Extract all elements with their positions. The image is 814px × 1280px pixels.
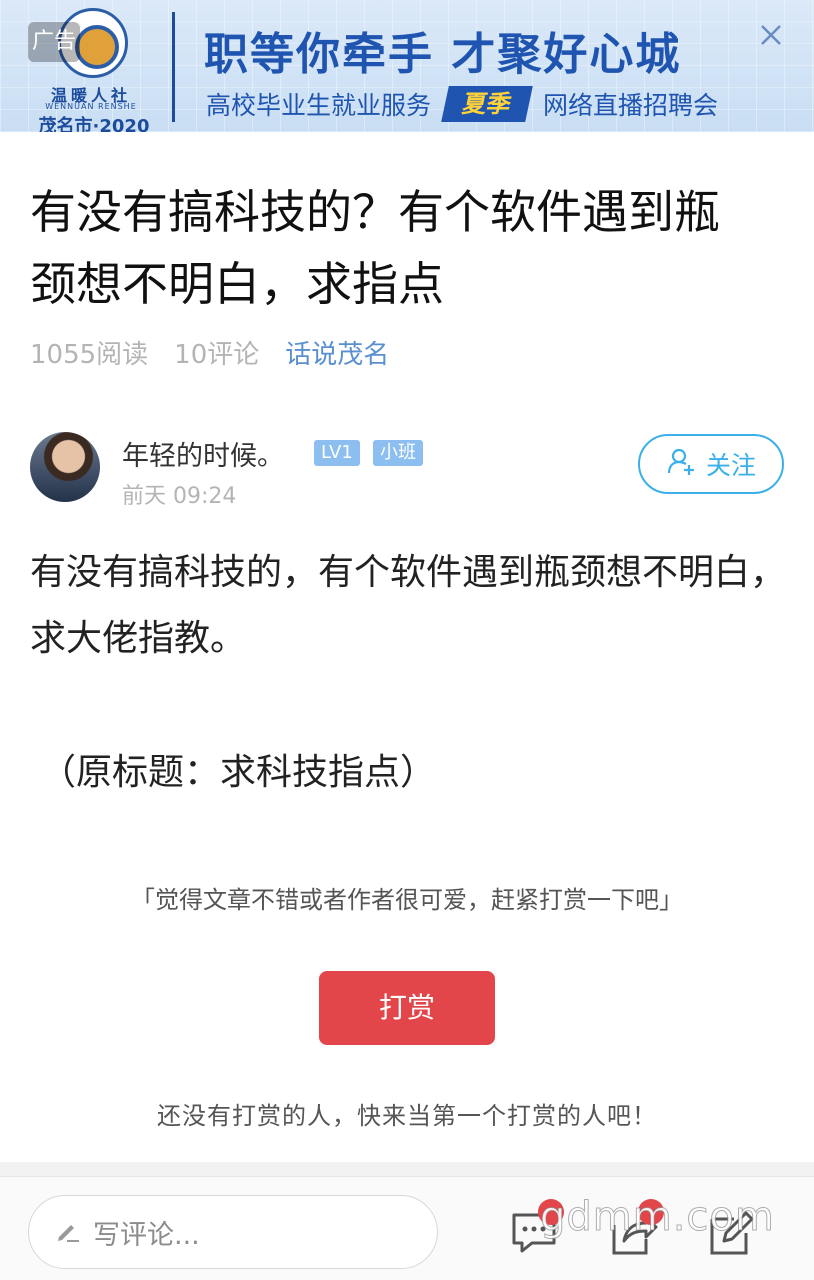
pencil-icon — [55, 1217, 81, 1247]
org-name-en: WENNUAN RENSHE — [45, 102, 137, 111]
follow-button[interactable]: 关注 — [638, 434, 784, 494]
original-title: （原标题：求科技指点） — [40, 752, 437, 793]
comment-input[interactable]: 写评论... — [28, 1195, 438, 1269]
banner-sub-right: 网络直播招聘会 — [543, 91, 719, 120]
post-time: 前天 09:24 — [122, 484, 237, 509]
read-count: 1055阅读 — [30, 340, 149, 370]
reward-empty-text: 还没有打赏的人，快来当第一个打赏的人吧！ — [157, 1102, 657, 1130]
section-divider — [0, 1162, 814, 1176]
follow-label: 关注 — [705, 451, 756, 480]
reward-prompt: 「觉得文章不错或者作者很可爱，赶紧打赏一下吧」 — [131, 886, 683, 914]
banner-sub-left: 高校毕业生就业服务 — [206, 91, 432, 120]
site-watermark: gdmm.com — [540, 1194, 775, 1241]
avatar[interactable] — [30, 432, 100, 502]
ad-label: 广告 — [28, 22, 80, 62]
comment-placeholder: 写评论... — [93, 1219, 200, 1251]
post-body: 有没有搞科技的，有个软件遇到瓶颈想不明白，求大佬指教。 — [30, 552, 787, 659]
close-icon[interactable] — [756, 20, 786, 50]
add-user-icon — [666, 446, 696, 482]
topic-link[interactable]: 话说茂名 — [285, 334, 389, 371]
comment-count: 10评论 — [174, 340, 260, 370]
banner-subline: 高校毕业生就业服务 夏季 网络直播招聘会 — [206, 86, 718, 122]
author-name[interactable]: 年轻的时候。 — [122, 434, 284, 473]
level-badge: LV1 — [314, 440, 360, 466]
post-meta: 1055阅读 10评论 话说茂名 — [30, 334, 389, 371]
banner-divider — [172, 12, 175, 122]
banner-headline: 职等你牵手 才聚好心城 — [204, 29, 682, 80]
page-title: 有没有搞科技的？有个软件遇到瓶颈想不明白，求指点 — [30, 185, 720, 311]
ad-banner[interactable]: 温暖人社 WENNUAN RENSHE 茂名市·2020 广告 职等你牵手 才聚… — [0, 0, 814, 132]
org-year: 茂名市·2020 — [38, 116, 150, 132]
banner-season-tag: 夏季 — [441, 86, 533, 122]
reward-button[interactable]: 打赏 — [319, 971, 495, 1045]
class-badge: 小班 — [373, 440, 423, 466]
